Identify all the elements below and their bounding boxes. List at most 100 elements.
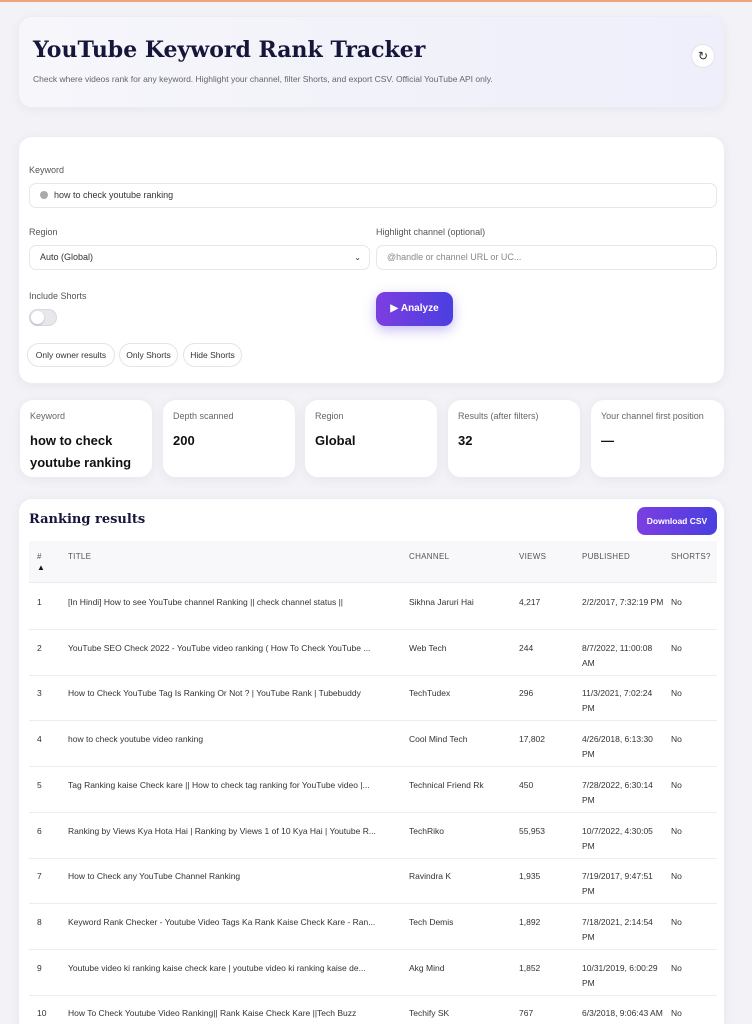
table-header: # ▲ TITLE CHANNEL VIEWS PUBLISHED SHORTS… [29, 541, 717, 583]
cell-rank: 4 [37, 734, 42, 745]
stat-results: Results (after filters) 32 [447, 399, 581, 478]
table-row[interactable]: 2 YouTube SEO Check 2022 - YouTube video … [29, 630, 717, 676]
cell-channel: Ravindra K [409, 871, 452, 882]
cell-channel: Cool Mind Tech [409, 734, 468, 745]
table-row[interactable]: 6 Ranking by Views Kya Hota Hai | Ranking… [29, 813, 717, 859]
keyword-icon [40, 190, 48, 199]
cell-title[interactable]: Ranking by Views Kya Hota Hai | Ranking … [68, 824, 392, 839]
stat-label: Depth scanned [173, 411, 234, 421]
highlight-channel-input[interactable]: @handle or channel URL or UC... [376, 245, 717, 270]
cell-rank: 10 [37, 1008, 47, 1019]
table-row[interactable]: 7 How to Check any YouTube Channel Rankin… [29, 858, 717, 905]
table-row[interactable]: 1 [In Hindi] How to see YouTube channel R… [29, 584, 717, 630]
cell-views: 1,935 [519, 871, 541, 882]
table-row[interactable]: 4 how to check youtube video ranking Cool … [29, 721, 717, 768]
stat-keyword: Keyword how to check youtube ranking [19, 399, 153, 478]
cell-title[interactable]: YouTube SEO Check 2022 - YouTube video r… [68, 641, 392, 656]
region-value: Auto (Global) [40, 252, 94, 262]
results-title: Ranking results [29, 512, 146, 527]
cell-title[interactable]: How To Check Youtube Video Ranking|| Ran… [68, 1006, 392, 1021]
cell-views: 1,892 [519, 916, 541, 927]
cell-channel: Techify SK [409, 1008, 450, 1019]
column-channel[interactable]: CHANNEL [409, 552, 449, 561]
filter-hide-shorts[interactable]: Hide Shorts [183, 343, 242, 367]
cell-shorts: No [671, 871, 682, 882]
cell-shorts: No [671, 779, 682, 790]
cell-shorts: No [671, 1008, 682, 1019]
include-shorts-toggle[interactable] [29, 309, 57, 326]
sort-asc-icon[interactable]: ▲ [37, 563, 45, 572]
stat-value: Global [315, 433, 356, 448]
cell-shorts: No [671, 597, 682, 607]
cell-shorts: No [671, 734, 682, 745]
column-title[interactable]: TITLE [68, 552, 91, 561]
stat-value: how to check youtube ranking [30, 433, 132, 470]
stat-channel-position: Your channel first position — [590, 399, 725, 478]
stat-value: — [601, 433, 614, 448]
search-form: Keyword how to check youtube ranking Reg… [18, 136, 725, 384]
cell-rank: 5 [37, 779, 42, 790]
cell-rank: 2 [37, 642, 42, 653]
cell-published: 4/26/2018, 6:13:30 PM [582, 734, 653, 760]
column-shorts[interactable]: SHORTS? [671, 552, 711, 561]
cell-channel: TechRiko [409, 825, 444, 836]
cell-views: 296 [519, 688, 534, 699]
results-panel: Ranking results Download CSV # ▲ TITLE C… [18, 498, 725, 1024]
cell-title[interactable]: How to Check YouTube Tag Is Ranking Or N… [68, 686, 392, 701]
keyword-input[interactable]: how to check youtube ranking [29, 183, 717, 208]
analyze-label: Analyze [400, 303, 439, 314]
cell-rank: 6 [37, 825, 42, 836]
column-rank[interactable]: # [37, 552, 42, 561]
cell-published: 6/3/2018, 9:06:43 AM [582, 1008, 663, 1019]
highlight-channel-placeholder: @handle or channel URL or UC... [387, 252, 522, 262]
cell-title[interactable]: Youtube video ki ranking kaise check kar… [68, 961, 392, 976]
cell-title[interactable]: Keyword Rank Checker - Youtube Video Tag… [68, 915, 392, 930]
cell-rank: 1 [37, 597, 42, 607]
stat-value: 32 [458, 433, 473, 448]
cell-published: 8/7/2022, 11:00:08 AM [582, 642, 653, 668]
table-row[interactable]: 5 Tag Ranking kaise Check kare || How to … [29, 767, 717, 813]
toggle-knob [31, 311, 44, 324]
cell-title[interactable]: [In Hindi] How to see YouTube channel Ra… [68, 595, 392, 610]
cell-title[interactable]: Tag Ranking kaise Check kare || How to c… [68, 778, 392, 793]
cell-published: 11/3/2021, 7:02:24 PM [582, 688, 653, 714]
cell-shorts: No [671, 688, 682, 699]
download-csv-button[interactable]: Download CSV [637, 507, 717, 535]
table-row[interactable]: 8 Keyword Rank Checker - Youtube Video Ta… [29, 904, 717, 950]
cell-views: 55,953 [519, 825, 545, 836]
analyze-button[interactable]: ▶ Analyze [376, 292, 453, 326]
table-row[interactable]: 10 How To Check Youtube Video Ranking|| R… [29, 995, 717, 1024]
app-header: YouTube Keyword Rank Tracker Check where… [18, 16, 725, 108]
cell-published: 2/2/2017, 7:32:19 PM [582, 597, 664, 607]
highlight-channel-label: Highlight channel (optional) [376, 227, 486, 237]
cell-views: 450 [519, 779, 534, 790]
cell-title[interactable]: how to check youtube video ranking [68, 732, 392, 747]
stat-depth: Depth scanned 200 [162, 399, 296, 478]
cell-published: 10/7/2022, 4:30:05 PM [582, 825, 653, 851]
cell-published: 7/18/2021, 2:14:54 PM [582, 916, 653, 942]
cell-channel: Web Tech [409, 642, 447, 653]
stat-value: 200 [173, 433, 195, 448]
stat-label: Region [315, 411, 344, 421]
table-row[interactable]: 9 Youtube video ki ranking kaise check ka… [29, 950, 717, 996]
filter-only-owner[interactable]: Only owner results [27, 343, 115, 367]
region-select[interactable]: Auto (Global) ⌄ [29, 245, 370, 270]
cell-rank: 8 [37, 916, 42, 927]
play-icon: ▶ [390, 303, 399, 314]
cell-shorts: No [671, 642, 682, 653]
cell-title[interactable]: How to Check any YouTube Channel Ranking [68, 869, 392, 884]
refresh-icon[interactable]: ↻ [691, 44, 715, 68]
chevron-down-icon: ⌄ [354, 253, 361, 262]
column-published[interactable]: PUBLISHED [582, 552, 630, 561]
column-views[interactable]: VIEWS [519, 552, 546, 561]
stat-label: Results (after filters) [458, 411, 539, 421]
keyword-label: Keyword [29, 165, 65, 175]
cell-shorts: No [671, 916, 682, 927]
table-row[interactable]: 3 How to Check YouTube Tag Is Ranking Or … [29, 675, 717, 722]
cell-channel: Sikhna Jaruri Hai [409, 597, 474, 607]
cell-views: 17,802 [519, 734, 545, 745]
cell-shorts: No [671, 825, 682, 836]
filter-only-shorts[interactable]: Only Shorts [119, 343, 178, 367]
cell-channel: Technical Friend Rk [409, 779, 484, 790]
cell-channel: TechTudex [409, 688, 451, 699]
